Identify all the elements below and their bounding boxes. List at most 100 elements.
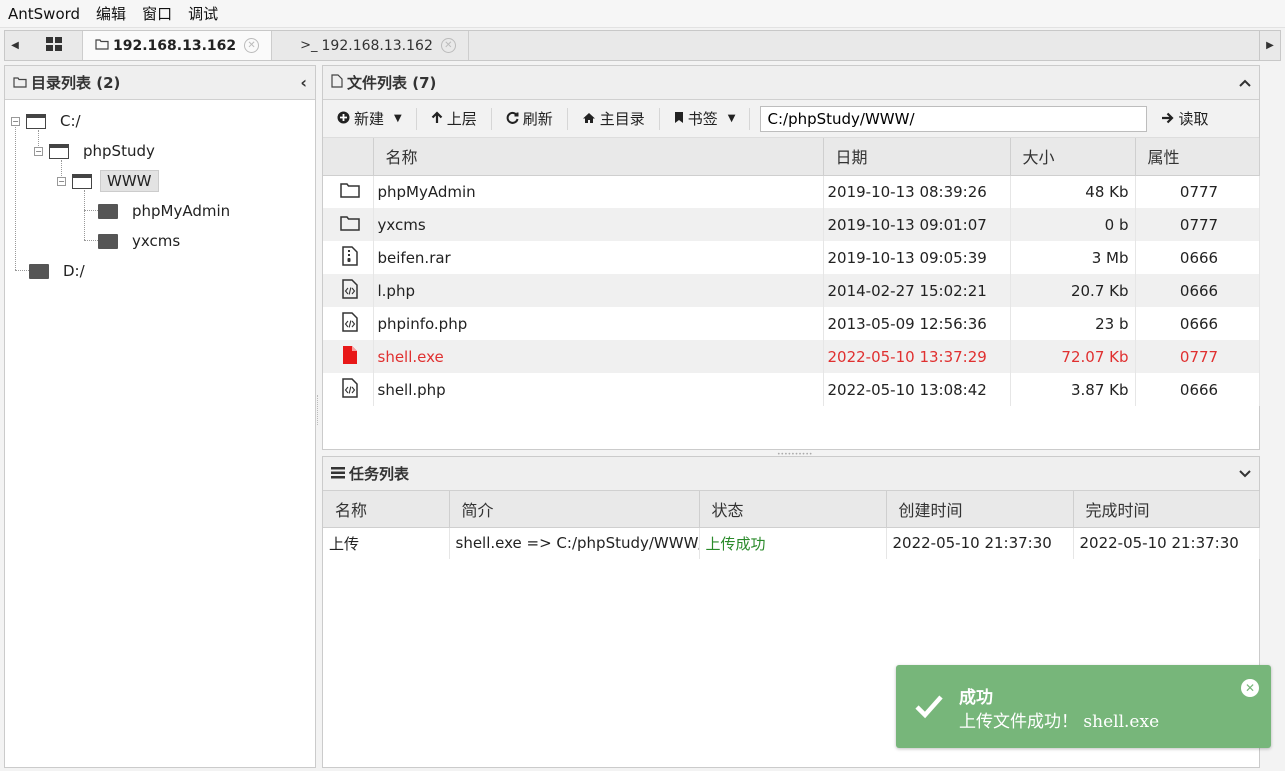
tab-file-manager[interactable]: 192.168.13.162 ✕: [83, 31, 273, 60]
new-label: 新建: [354, 110, 385, 128]
table-row[interactable]: yxcms 2019-10-13 09:01:07 0 b 0777: [323, 208, 1260, 241]
col-size[interactable]: 大小: [1010, 138, 1136, 176]
file-size: 20.7 Kb: [1010, 274, 1136, 307]
task-status: 上传成功: [699, 527, 887, 559]
folder-icon: [95, 38, 109, 54]
col-task-finished[interactable]: 完成时间: [1073, 491, 1260, 528]
menu-antsword[interactable]: AntSword: [8, 5, 80, 23]
file-attr: 0777: [1135, 340, 1260, 373]
home-dir-button[interactable]: 主目录: [578, 107, 660, 130]
col-date[interactable]: 日期: [823, 138, 1011, 176]
bookmark-button[interactable]: 书签 ▼: [670, 107, 751, 130]
up-button[interactable]: 上层: [427, 107, 492, 130]
read-label: 读取: [1178, 110, 1209, 128]
collapse-icon[interactable]: −: [11, 116, 20, 126]
file-size: 3 Mb: [1010, 241, 1136, 274]
checkmark-icon: [914, 691, 944, 721]
file-icon-cell: [323, 175, 374, 208]
arrow-up-icon: [431, 110, 443, 128]
tree-node-phpmyadmin[interactable]: phpMyAdmin: [98, 200, 236, 222]
close-icon[interactable]: ✕: [440, 38, 456, 53]
menubar: AntSword 编辑 窗口 调试: [0, 0, 1285, 28]
tab-scroll-right-icon[interactable]: ▶: [1259, 30, 1281, 61]
tab-home[interactable]: [25, 31, 83, 60]
file-name[interactable]: shell.php: [373, 373, 824, 406]
close-icon[interactable]: ✕: [1241, 679, 1259, 697]
col-attr[interactable]: 属性: [1135, 138, 1260, 176]
table-row[interactable]: shell.php 2022-05-10 13:08:42 3.87 Kb 0666: [323, 373, 1260, 406]
tree-node-www[interactable]: − WWW: [57, 170, 159, 192]
tab-scroll-left-icon[interactable]: ◀: [5, 31, 25, 60]
file-name[interactable]: phpMyAdmin: [373, 175, 824, 208]
tree-node-c[interactable]: − C:/: [11, 110, 87, 132]
new-button[interactable]: 新建 ▼: [333, 107, 417, 130]
toast-title: 成功: [959, 688, 993, 708]
table-row[interactable]: phpinfo.php 2013-05-09 12:56:36 23 b 0666: [323, 307, 1260, 340]
file-attr: 0666: [1135, 241, 1260, 274]
toast-message: 上传文件成功！ shell.exe: [959, 712, 1160, 732]
file-name[interactable]: shell.exe: [373, 340, 824, 373]
code-file-icon: [342, 377, 358, 402]
col-task-status[interactable]: 状态: [699, 491, 887, 528]
table-row[interactable]: phpMyAdmin 2019-10-13 08:39:26 48 Kb 0777: [323, 175, 1260, 208]
table-row[interactable]: 上传 shell.exe => C:/phpStudy/WWW/ 上传成功 20…: [323, 527, 1260, 559]
file-date: 2019-10-13 08:39:26: [823, 175, 1011, 208]
table-row[interactable]: l.php 2014-02-27 15:02:21 20.7 Kb 0666: [323, 274, 1260, 307]
up-label: 上层: [446, 110, 477, 128]
collapse-icon[interactable]: −: [57, 176, 66, 186]
file-icon-cell: [323, 307, 374, 340]
file-size: 72.07 Kb: [1010, 340, 1136, 373]
file-attr: 0777: [1135, 208, 1260, 241]
tree-label: C:/: [60, 112, 81, 130]
folder-open-icon: [26, 113, 46, 129]
file-date: 2019-10-13 09:05:39: [823, 241, 1011, 274]
col-name[interactable]: 名称: [373, 138, 824, 176]
file-name[interactable]: beifen.rar: [373, 241, 824, 274]
tab-bar: ◀ 192.168.13.162 ✕ >_ 192.168.13.162 ✕ ▶: [4, 30, 1281, 61]
task-panel-title: 任务列表: [349, 465, 410, 483]
folder-icon: [98, 203, 118, 219]
menu-edit[interactable]: 编辑: [96, 3, 126, 24]
tree-node-yxcms[interactable]: yxcms: [98, 230, 186, 252]
tree-label: yxcms: [132, 232, 181, 250]
file-icon-cell: [323, 340, 374, 373]
col-task-name[interactable]: 名称: [323, 491, 450, 528]
file-name[interactable]: phpinfo.php: [373, 307, 824, 340]
file-name[interactable]: yxcms: [373, 208, 824, 241]
tree-label: phpStudy: [83, 142, 155, 160]
file-panel-header: 文件列表 (7): [323, 66, 1259, 100]
directory-panel: 目录列表 (2) ‹ − C:/ − phpStudy − WWW phpMyA…: [4, 65, 316, 768]
file-size: 48 Kb: [1010, 175, 1136, 208]
tree-node-phpstudy[interactable]: − phpStudy: [34, 140, 161, 162]
bookmark-label: 书签: [687, 110, 718, 128]
table-row[interactable]: beifen.rar 2019-10-13 09:05:39 3 Mb 0666: [323, 241, 1260, 274]
path-input[interactable]: [760, 105, 1148, 132]
refresh-icon: [506, 110, 519, 128]
caret-down-icon: ▼: [394, 113, 402, 124]
tab-label: 192.168.13.162: [321, 37, 433, 54]
table-row[interactable]: shell.exe 2022-05-10 13:37:29 72.07 Kb 0777: [323, 340, 1260, 373]
bookmark-icon: [674, 110, 684, 128]
directory-panel-header: 目录列表 (2) ‹: [5, 66, 315, 100]
refresh-button[interactable]: 刷新: [502, 107, 568, 130]
col-task-created[interactable]: 创建时间: [886, 491, 1074, 528]
file-date: 2022-05-10 13:08:42: [823, 373, 1011, 406]
col-task-desc[interactable]: 简介: [449, 491, 700, 528]
menu-window[interactable]: 窗口: [142, 3, 172, 24]
arrow-right-icon: [1161, 110, 1175, 128]
chevron-down-icon[interactable]: [1239, 466, 1251, 482]
collapse-icon[interactable]: −: [34, 146, 43, 156]
tab-terminal[interactable]: >_ 192.168.13.162 ✕: [272, 31, 469, 60]
file-name[interactable]: l.php: [373, 274, 824, 307]
file-icon-cell: [323, 274, 374, 307]
menu-debug[interactable]: 调试: [188, 3, 218, 24]
code-file-icon: [342, 311, 358, 336]
collapse-left-icon[interactable]: ‹: [300, 73, 307, 92]
file-panel-title: 文件列表 (7): [347, 74, 437, 92]
file-list-panel: 文件列表 (7) 新建 ▼ 上层 刷新 主目录 书签 ▼ C:/phpStudy…: [322, 65, 1260, 450]
tree-node-d[interactable]: D:/: [29, 260, 91, 282]
close-icon[interactable]: ✕: [244, 38, 260, 53]
chevron-up-icon[interactable]: [1239, 75, 1251, 91]
read-button[interactable]: 读取: [1161, 108, 1209, 129]
task-desc: shell.exe => C:/phpStudy/WWW/: [449, 527, 700, 559]
